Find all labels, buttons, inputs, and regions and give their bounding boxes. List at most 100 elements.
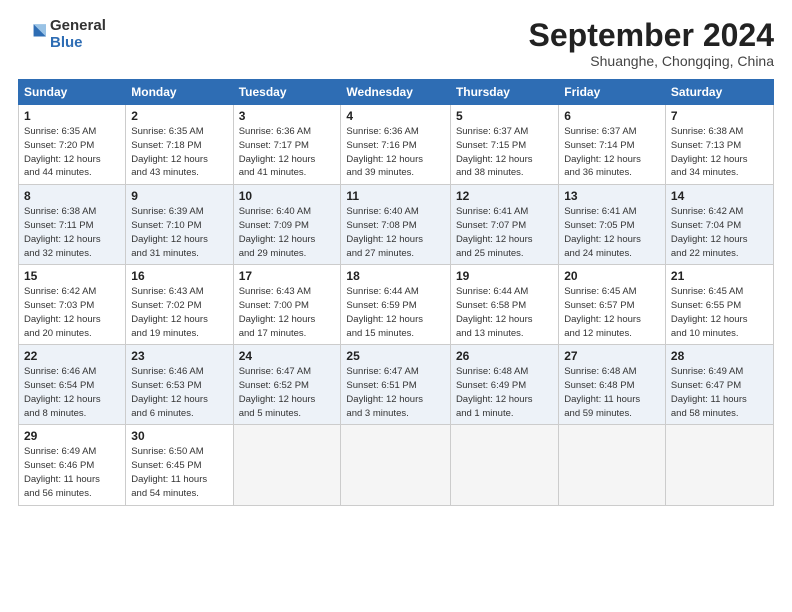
day-number: 19 bbox=[456, 269, 553, 283]
day-info: Sunrise: 6:49 AM Sunset: 6:46 PM Dayligh… bbox=[24, 445, 120, 500]
day-number: 4 bbox=[346, 109, 445, 123]
calendar-cell: 9Sunrise: 6:39 AM Sunset: 7:10 PM Daylig… bbox=[126, 185, 233, 265]
calendar-cell: 8Sunrise: 6:38 AM Sunset: 7:11 PM Daylig… bbox=[19, 185, 126, 265]
calendar-cell: 16 Sunrise: 6:43 AM Sunset: 7:02 PM Dayli… bbox=[126, 265, 233, 345]
day-number: 27 bbox=[564, 349, 660, 363]
day-info: Sunrise: 6:36 AM Sunset: 7:17 PM Dayligh… bbox=[239, 125, 336, 180]
day-info: Sunrise: 6:37 AM Sunset: 7:15 PM Dayligh… bbox=[456, 125, 553, 180]
col-thursday: Thursday bbox=[450, 80, 558, 105]
day-number: 14 bbox=[671, 189, 768, 203]
col-tuesday: Tuesday bbox=[233, 80, 341, 105]
day-info: Sunrise: 6:36 AM Sunset: 7:16 PM Dayligh… bbox=[346, 125, 445, 180]
calendar-cell bbox=[233, 425, 341, 505]
day-number: 7 bbox=[671, 109, 768, 123]
day-number: 28 bbox=[671, 349, 768, 363]
calendar-cell: 10 Sunrise: 6:40 AM Sunset: 7:09 PM Dayli… bbox=[233, 185, 341, 265]
day-number: 11 bbox=[346, 189, 445, 203]
calendar-cell: 26 Sunrise: 6:48 AM Sunset: 6:49 PM Dayli… bbox=[450, 345, 558, 425]
day-number: 5 bbox=[456, 109, 553, 123]
logo-text: General Blue bbox=[50, 18, 106, 51]
calendar-cell: 6Sunrise: 6:37 AM Sunset: 7:14 PM Daylig… bbox=[559, 105, 666, 185]
day-info: Sunrise: 6:47 AM Sunset: 6:51 PM Dayligh… bbox=[346, 365, 445, 420]
day-number: 6 bbox=[564, 109, 660, 123]
calendar-cell: 13Sunrise: 6:41 AM Sunset: 7:05 PM Dayli… bbox=[559, 185, 666, 265]
day-number: 13 bbox=[564, 189, 660, 203]
day-number: 22 bbox=[24, 349, 120, 363]
calendar-cell bbox=[450, 425, 558, 505]
calendar-cell bbox=[665, 425, 773, 505]
day-number: 25 bbox=[346, 349, 445, 363]
calendar-cell: 28 Sunrise: 6:49 AM Sunset: 6:47 PM Dayli… bbox=[665, 345, 773, 425]
calendar-cell: 22Sunrise: 6:46 AM Sunset: 6:54 PM Dayli… bbox=[19, 345, 126, 425]
day-info: Sunrise: 6:46 AM Sunset: 6:53 PM Dayligh… bbox=[131, 365, 227, 420]
logo: General Blue bbox=[18, 18, 106, 51]
day-number: 17 bbox=[239, 269, 336, 283]
col-saturday: Saturday bbox=[665, 80, 773, 105]
calendar-cell bbox=[559, 425, 666, 505]
day-number: 10 bbox=[239, 189, 336, 203]
day-number: 3 bbox=[239, 109, 336, 123]
calendar: Sunday Monday Tuesday Wednesday Thursday… bbox=[18, 79, 774, 505]
day-info: Sunrise: 6:47 AM Sunset: 6:52 PM Dayligh… bbox=[239, 365, 336, 420]
day-info: Sunrise: 6:42 AM Sunset: 7:03 PM Dayligh… bbox=[24, 285, 120, 340]
title-block: September 2024 Shuanghe, Chongqing, Chin… bbox=[529, 18, 774, 69]
calendar-cell: 3 Sunrise: 6:36 AM Sunset: 7:17 PM Daylig… bbox=[233, 105, 341, 185]
day-info: Sunrise: 6:45 AM Sunset: 6:57 PM Dayligh… bbox=[564, 285, 660, 340]
day-number: 18 bbox=[346, 269, 445, 283]
day-number: 2 bbox=[131, 109, 227, 123]
day-info: Sunrise: 6:44 AM Sunset: 6:59 PM Dayligh… bbox=[346, 285, 445, 340]
calendar-cell: 29 Sunrise: 6:49 AM Sunset: 6:46 PM Dayli… bbox=[19, 425, 126, 505]
day-info: Sunrise: 6:49 AM Sunset: 6:47 PM Dayligh… bbox=[671, 365, 768, 420]
calendar-cell: 5 Sunrise: 6:37 AM Sunset: 7:15 PM Daylig… bbox=[450, 105, 558, 185]
month-title: September 2024 bbox=[529, 18, 774, 53]
calendar-cell: 12Sunrise: 6:41 AM Sunset: 7:07 PM Dayli… bbox=[450, 185, 558, 265]
logo-icon bbox=[18, 21, 46, 49]
calendar-cell: 15 Sunrise: 6:42 AM Sunset: 7:03 PM Dayli… bbox=[19, 265, 126, 345]
day-number: 24 bbox=[239, 349, 336, 363]
day-info: Sunrise: 6:40 AM Sunset: 7:08 PM Dayligh… bbox=[346, 205, 445, 260]
day-number: 29 bbox=[24, 429, 120, 443]
calendar-cell bbox=[341, 425, 451, 505]
day-info: Sunrise: 6:45 AM Sunset: 6:55 PM Dayligh… bbox=[671, 285, 768, 340]
calendar-cell: 7 Sunrise: 6:38 AM Sunset: 7:13 PM Daylig… bbox=[665, 105, 773, 185]
day-info: Sunrise: 6:42 AM Sunset: 7:04 PM Dayligh… bbox=[671, 205, 768, 260]
day-number: 1 bbox=[24, 109, 120, 123]
calendar-cell: 2 Sunrise: 6:35 AM Sunset: 7:18 PM Daylig… bbox=[126, 105, 233, 185]
day-info: Sunrise: 6:35 AM Sunset: 7:18 PM Dayligh… bbox=[131, 125, 227, 180]
day-number: 21 bbox=[671, 269, 768, 283]
calendar-cell: 24 Sunrise: 6:47 AM Sunset: 6:52 PM Dayli… bbox=[233, 345, 341, 425]
calendar-cell: 18 Sunrise: 6:44 AM Sunset: 6:59 PM Dayli… bbox=[341, 265, 451, 345]
day-number: 9 bbox=[131, 189, 227, 203]
col-monday: Monday bbox=[126, 80, 233, 105]
subtitle: Shuanghe, Chongqing, China bbox=[529, 53, 774, 69]
calendar-cell: 23 Sunrise: 6:46 AM Sunset: 6:53 PM Dayli… bbox=[126, 345, 233, 425]
day-number: 15 bbox=[24, 269, 120, 283]
calendar-cell: 1 Sunrise: 6:35 AM Sunset: 7:20 PM Daylig… bbox=[19, 105, 126, 185]
logo-general: General bbox=[50, 18, 106, 35]
calendar-cell: 19 Sunrise: 6:44 AM Sunset: 6:58 PM Dayli… bbox=[450, 265, 558, 345]
day-info: Sunrise: 6:38 AM Sunset: 7:13 PM Dayligh… bbox=[671, 125, 768, 180]
day-number: 12 bbox=[456, 189, 553, 203]
col-wednesday: Wednesday bbox=[341, 80, 451, 105]
day-number: 20 bbox=[564, 269, 660, 283]
day-number: 26 bbox=[456, 349, 553, 363]
day-number: 16 bbox=[131, 269, 227, 283]
col-sunday: Sunday bbox=[19, 80, 126, 105]
logo-blue: Blue bbox=[50, 35, 106, 52]
calendar-cell: 4 Sunrise: 6:36 AM Sunset: 7:16 PM Daylig… bbox=[341, 105, 451, 185]
day-info: Sunrise: 6:35 AM Sunset: 7:20 PM Dayligh… bbox=[24, 125, 120, 180]
calendar-cell: 20 Sunrise: 6:45 AM Sunset: 6:57 PM Dayli… bbox=[559, 265, 666, 345]
day-number: 23 bbox=[131, 349, 227, 363]
day-info: Sunrise: 6:48 AM Sunset: 6:49 PM Dayligh… bbox=[456, 365, 553, 420]
calendar-cell: 17Sunrise: 6:43 AM Sunset: 7:00 PM Dayli… bbox=[233, 265, 341, 345]
day-info: Sunrise: 6:44 AM Sunset: 6:58 PM Dayligh… bbox=[456, 285, 553, 340]
day-number: 8 bbox=[24, 189, 120, 203]
col-friday: Friday bbox=[559, 80, 666, 105]
page: General Blue September 2024 Shuanghe, Ch… bbox=[0, 0, 792, 612]
day-info: Sunrise: 6:43 AM Sunset: 7:02 PM Dayligh… bbox=[131, 285, 227, 340]
calendar-cell: 14 Sunrise: 6:42 AM Sunset: 7:04 PM Dayli… bbox=[665, 185, 773, 265]
calendar-cell: 27Sunrise: 6:48 AM Sunset: 6:48 PM Dayli… bbox=[559, 345, 666, 425]
day-number: 30 bbox=[131, 429, 227, 443]
day-info: Sunrise: 6:40 AM Sunset: 7:09 PM Dayligh… bbox=[239, 205, 336, 260]
calendar-cell: 11 Sunrise: 6:40 AM Sunset: 7:08 PM Dayli… bbox=[341, 185, 451, 265]
